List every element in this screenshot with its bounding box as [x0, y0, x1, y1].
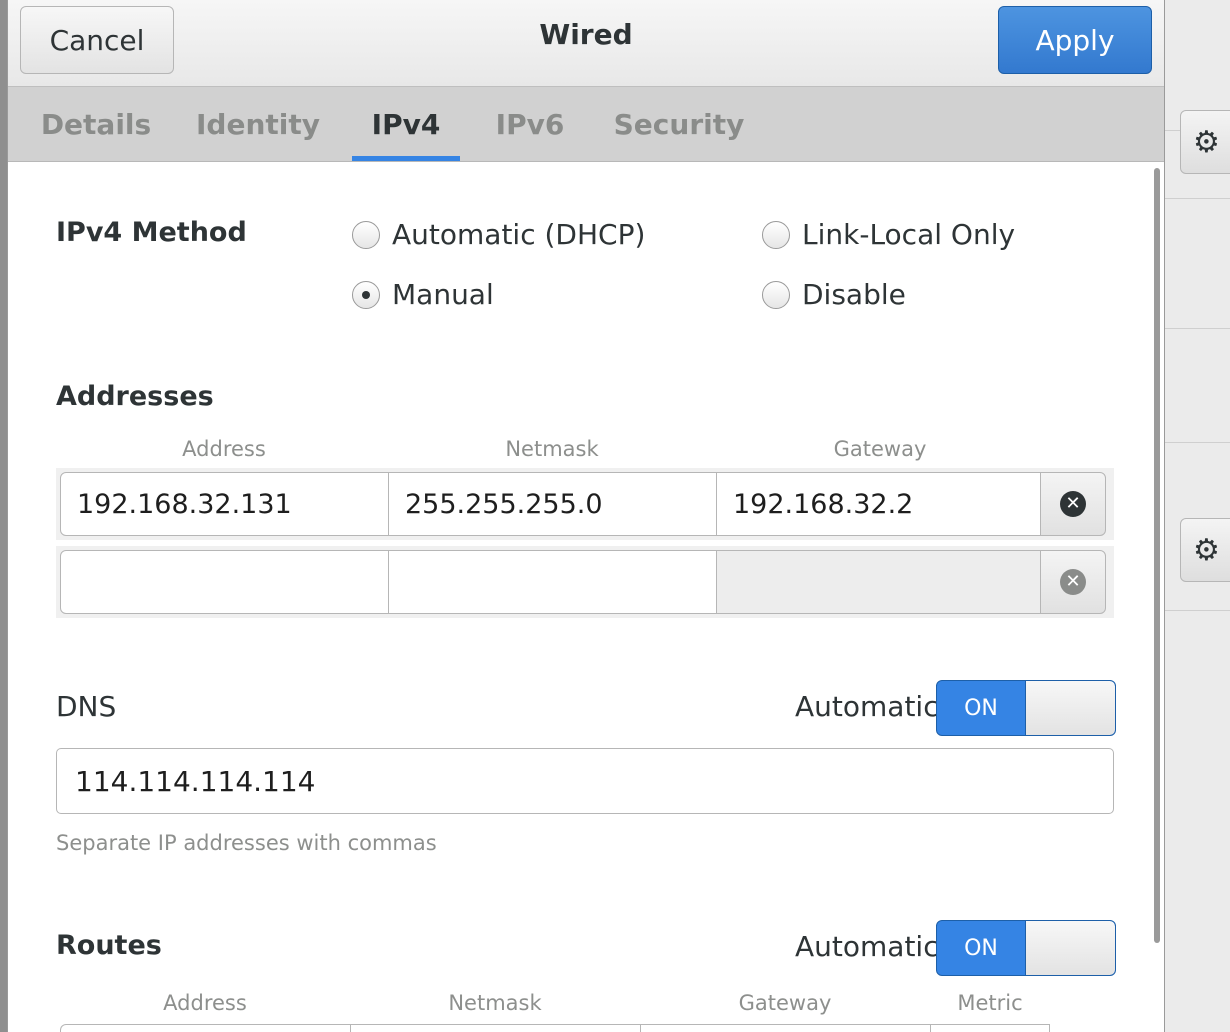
remove-row-icon: ✕	[1060, 569, 1086, 595]
switch-state-text: ON	[964, 935, 998, 961]
scrollbar[interactable]	[1154, 168, 1160, 943]
routes-automatic-switch[interactable]: ON	[936, 920, 1116, 976]
background-divider	[1160, 198, 1230, 199]
address-column-header: Address	[182, 437, 266, 461]
netmask-field[interactable]	[388, 550, 717, 614]
route-gateway-column-header: Gateway	[738, 991, 832, 1015]
remove-address-button[interactable]: ✕	[1040, 472, 1106, 536]
apply-button[interactable]: Apply	[998, 6, 1152, 74]
radio-indicator[interactable]	[762, 280, 790, 309]
address-row: ✕	[56, 546, 1114, 618]
route-metric-field[interactable]	[930, 1024, 1050, 1032]
radio-label: Link-Local Only	[802, 218, 1016, 251]
route-address-column-header: Address	[163, 991, 247, 1015]
radio-label: Manual	[392, 278, 494, 311]
route-metric-column-header: Metric	[957, 991, 1023, 1015]
address-row: 192.168.32.131 255.255.255.0 192.168.32.…	[56, 468, 1114, 540]
dns-servers-input[interactable]: 114.114.114.114	[56, 748, 1114, 814]
tab-ipv6[interactable]: IPv6	[490, 87, 570, 161]
gear-icon[interactable]: ⚙	[1180, 110, 1230, 174]
gateway-field[interactable]: 192.168.32.2	[716, 472, 1045, 536]
dns-automatic-label: Automatic	[795, 690, 939, 723]
dns-hint: Separate IP addresses with commas	[56, 831, 437, 855]
remove-row-icon: ✕	[1060, 491, 1086, 517]
remove-address-button[interactable]: ✕	[1040, 550, 1106, 614]
route-netmask-column-header: Netmask	[448, 991, 542, 1015]
switch-state-text: ON	[964, 695, 998, 721]
switch-knob[interactable]	[1025, 681, 1115, 735]
gear-icon[interactable]: ⚙	[1180, 518, 1230, 582]
tab-identity[interactable]: Identity	[196, 87, 320, 161]
ipv4-method-label: IPv4 Method	[56, 217, 247, 248]
routes-label: Routes	[56, 930, 162, 961]
ipv4-settings-panel: IPv4 Method Automatic (DHCP) Link-Local …	[8, 162, 1164, 1032]
gateway-field[interactable]	[716, 550, 1045, 614]
route-address-field[interactable]	[60, 1024, 351, 1032]
radio-manual[interactable]: Manual	[352, 278, 494, 311]
background-divider	[1160, 328, 1230, 329]
dns-automatic-switch[interactable]: ON	[936, 680, 1116, 736]
routes-automatic-label: Automatic	[795, 930, 939, 963]
netmask-field[interactable]: 255.255.255.0	[388, 472, 717, 536]
switch-knob[interactable]	[1025, 921, 1115, 975]
radio-automatic-dhcp[interactable]: Automatic (DHCP)	[352, 218, 645, 251]
tab-details[interactable]: Details	[36, 87, 156, 161]
address-field[interactable]: 192.168.32.131	[60, 472, 389, 536]
route-gateway-field[interactable]	[640, 1024, 931, 1032]
radio-indicator[interactable]	[352, 280, 380, 309]
dialog-title: Wired	[539, 18, 633, 51]
dns-label: DNS	[56, 690, 117, 723]
tab-bar: Details Identity IPv4 IPv6 Security	[8, 87, 1164, 162]
radio-link-local-only[interactable]: Link-Local Only	[762, 218, 1015, 251]
radio-label: Automatic (DHCP)	[392, 218, 646, 251]
netmask-column-header: Netmask	[505, 437, 599, 461]
background-window: ⚙ ⚙	[1160, 0, 1230, 1032]
radio-indicator[interactable]	[762, 220, 790, 249]
radio-disable[interactable]: Disable	[762, 278, 906, 311]
gateway-column-header: Gateway	[833, 437, 927, 461]
background-divider	[1160, 442, 1230, 443]
wired-settings-dialog: Cancel Wired Apply Details Identity IPv4…	[8, 0, 1164, 1032]
background-divider	[1160, 610, 1230, 611]
address-field[interactable]	[60, 550, 389, 614]
header-bar: Cancel Wired Apply	[8, 0, 1164, 87]
tab-security[interactable]: Security	[614, 87, 745, 161]
radio-label: Disable	[802, 278, 906, 311]
tab-ipv4[interactable]: IPv4	[352, 87, 460, 161]
radio-indicator[interactable]	[352, 220, 380, 249]
addresses-label: Addresses	[56, 381, 214, 412]
route-netmask-field[interactable]	[350, 1024, 641, 1032]
